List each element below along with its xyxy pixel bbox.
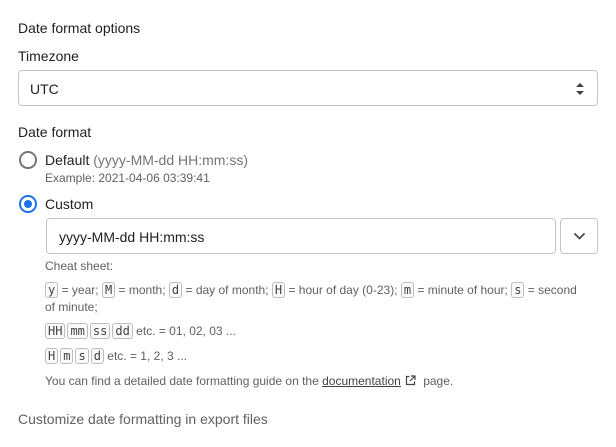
section-title: Date format options bbox=[18, 20, 141, 36]
code-s: s bbox=[511, 282, 525, 298]
desc-year: = year; bbox=[61, 283, 99, 297]
export-date-format-section-title[interactable]: Customize date formatting in export file… bbox=[18, 411, 268, 427]
timezone-selected-value: UTC bbox=[30, 81, 59, 97]
custom-format-input[interactable]: yyyy-MM-dd HH:mm:ss bbox=[46, 218, 556, 254]
desc-day: = day of month; bbox=[185, 283, 269, 297]
code-dd: dd bbox=[112, 323, 133, 339]
timezone-label: Timezone bbox=[18, 48, 79, 64]
code-d-single: d bbox=[90, 348, 104, 364]
chevron-down-icon bbox=[573, 232, 586, 240]
documentation-guide: You can find a detailed date formatting … bbox=[45, 373, 453, 389]
documentation-link[interactable]: documentation bbox=[322, 374, 401, 388]
external-link-icon bbox=[405, 375, 416, 386]
code-H-single: H bbox=[45, 348, 59, 364]
cheat-sheet-line-3: Hmsd etc. = 1, 2, 3 ... bbox=[45, 348, 187, 364]
code-mm: mm bbox=[67, 323, 88, 339]
cheat-sheet-line-2: HH mm ss dd etc. = 01, 02, 03 ... bbox=[45, 323, 236, 339]
date-format-label: Date format bbox=[18, 124, 92, 140]
code-HH: HH bbox=[45, 323, 66, 339]
default-option[interactable]: Default (yyyy-MM-dd HH:mm:ss) bbox=[45, 152, 248, 168]
desc-month: = month; bbox=[118, 283, 166, 297]
default-radio[interactable] bbox=[19, 151, 37, 169]
guide-prefix: You can find a detailed date formatting … bbox=[45, 374, 319, 388]
code-m: m bbox=[400, 282, 415, 298]
custom-label[interactable]: Custom bbox=[45, 196, 93, 212]
line-3-desc: etc. = 1, 2, 3 ... bbox=[107, 349, 187, 363]
line-2-desc: etc. = 01, 02, 03 ... bbox=[136, 324, 236, 338]
default-pattern: (yyyy-MM-dd HH:mm:ss) bbox=[93, 152, 249, 168]
format-presets-dropdown-button[interactable] bbox=[560, 218, 598, 254]
code-d: d bbox=[168, 282, 183, 298]
code-m-single: m bbox=[60, 348, 74, 364]
custom-radio[interactable] bbox=[19, 195, 37, 213]
code-y: y bbox=[45, 282, 59, 298]
desc-minute: = minute of hour; bbox=[417, 283, 508, 297]
default-label: Default bbox=[45, 152, 90, 168]
default-example: Example: 2021-04-06 03:39:41 bbox=[45, 171, 210, 185]
cheat-sheet-title: Cheat sheet: bbox=[45, 259, 114, 273]
select-arrows-icon bbox=[576, 83, 584, 95]
code-H: H bbox=[271, 282, 286, 298]
desc-second: = second bbox=[527, 283, 577, 297]
cheat-sheet-line-1-cont: of minute; bbox=[45, 300, 98, 314]
custom-format-value: yyyy-MM-dd HH:mm:ss bbox=[59, 229, 205, 245]
cheat-sheet-line-1: y = year; M = month; d = day of month; H… bbox=[45, 282, 605, 298]
desc-hour: = hour of day (0-23); bbox=[288, 283, 398, 297]
code-M: M bbox=[101, 282, 116, 298]
code-s-single: s bbox=[75, 348, 89, 364]
guide-suffix: page. bbox=[423, 374, 454, 388]
code-ss: ss bbox=[89, 323, 111, 339]
timezone-select[interactable]: UTC bbox=[18, 70, 598, 106]
